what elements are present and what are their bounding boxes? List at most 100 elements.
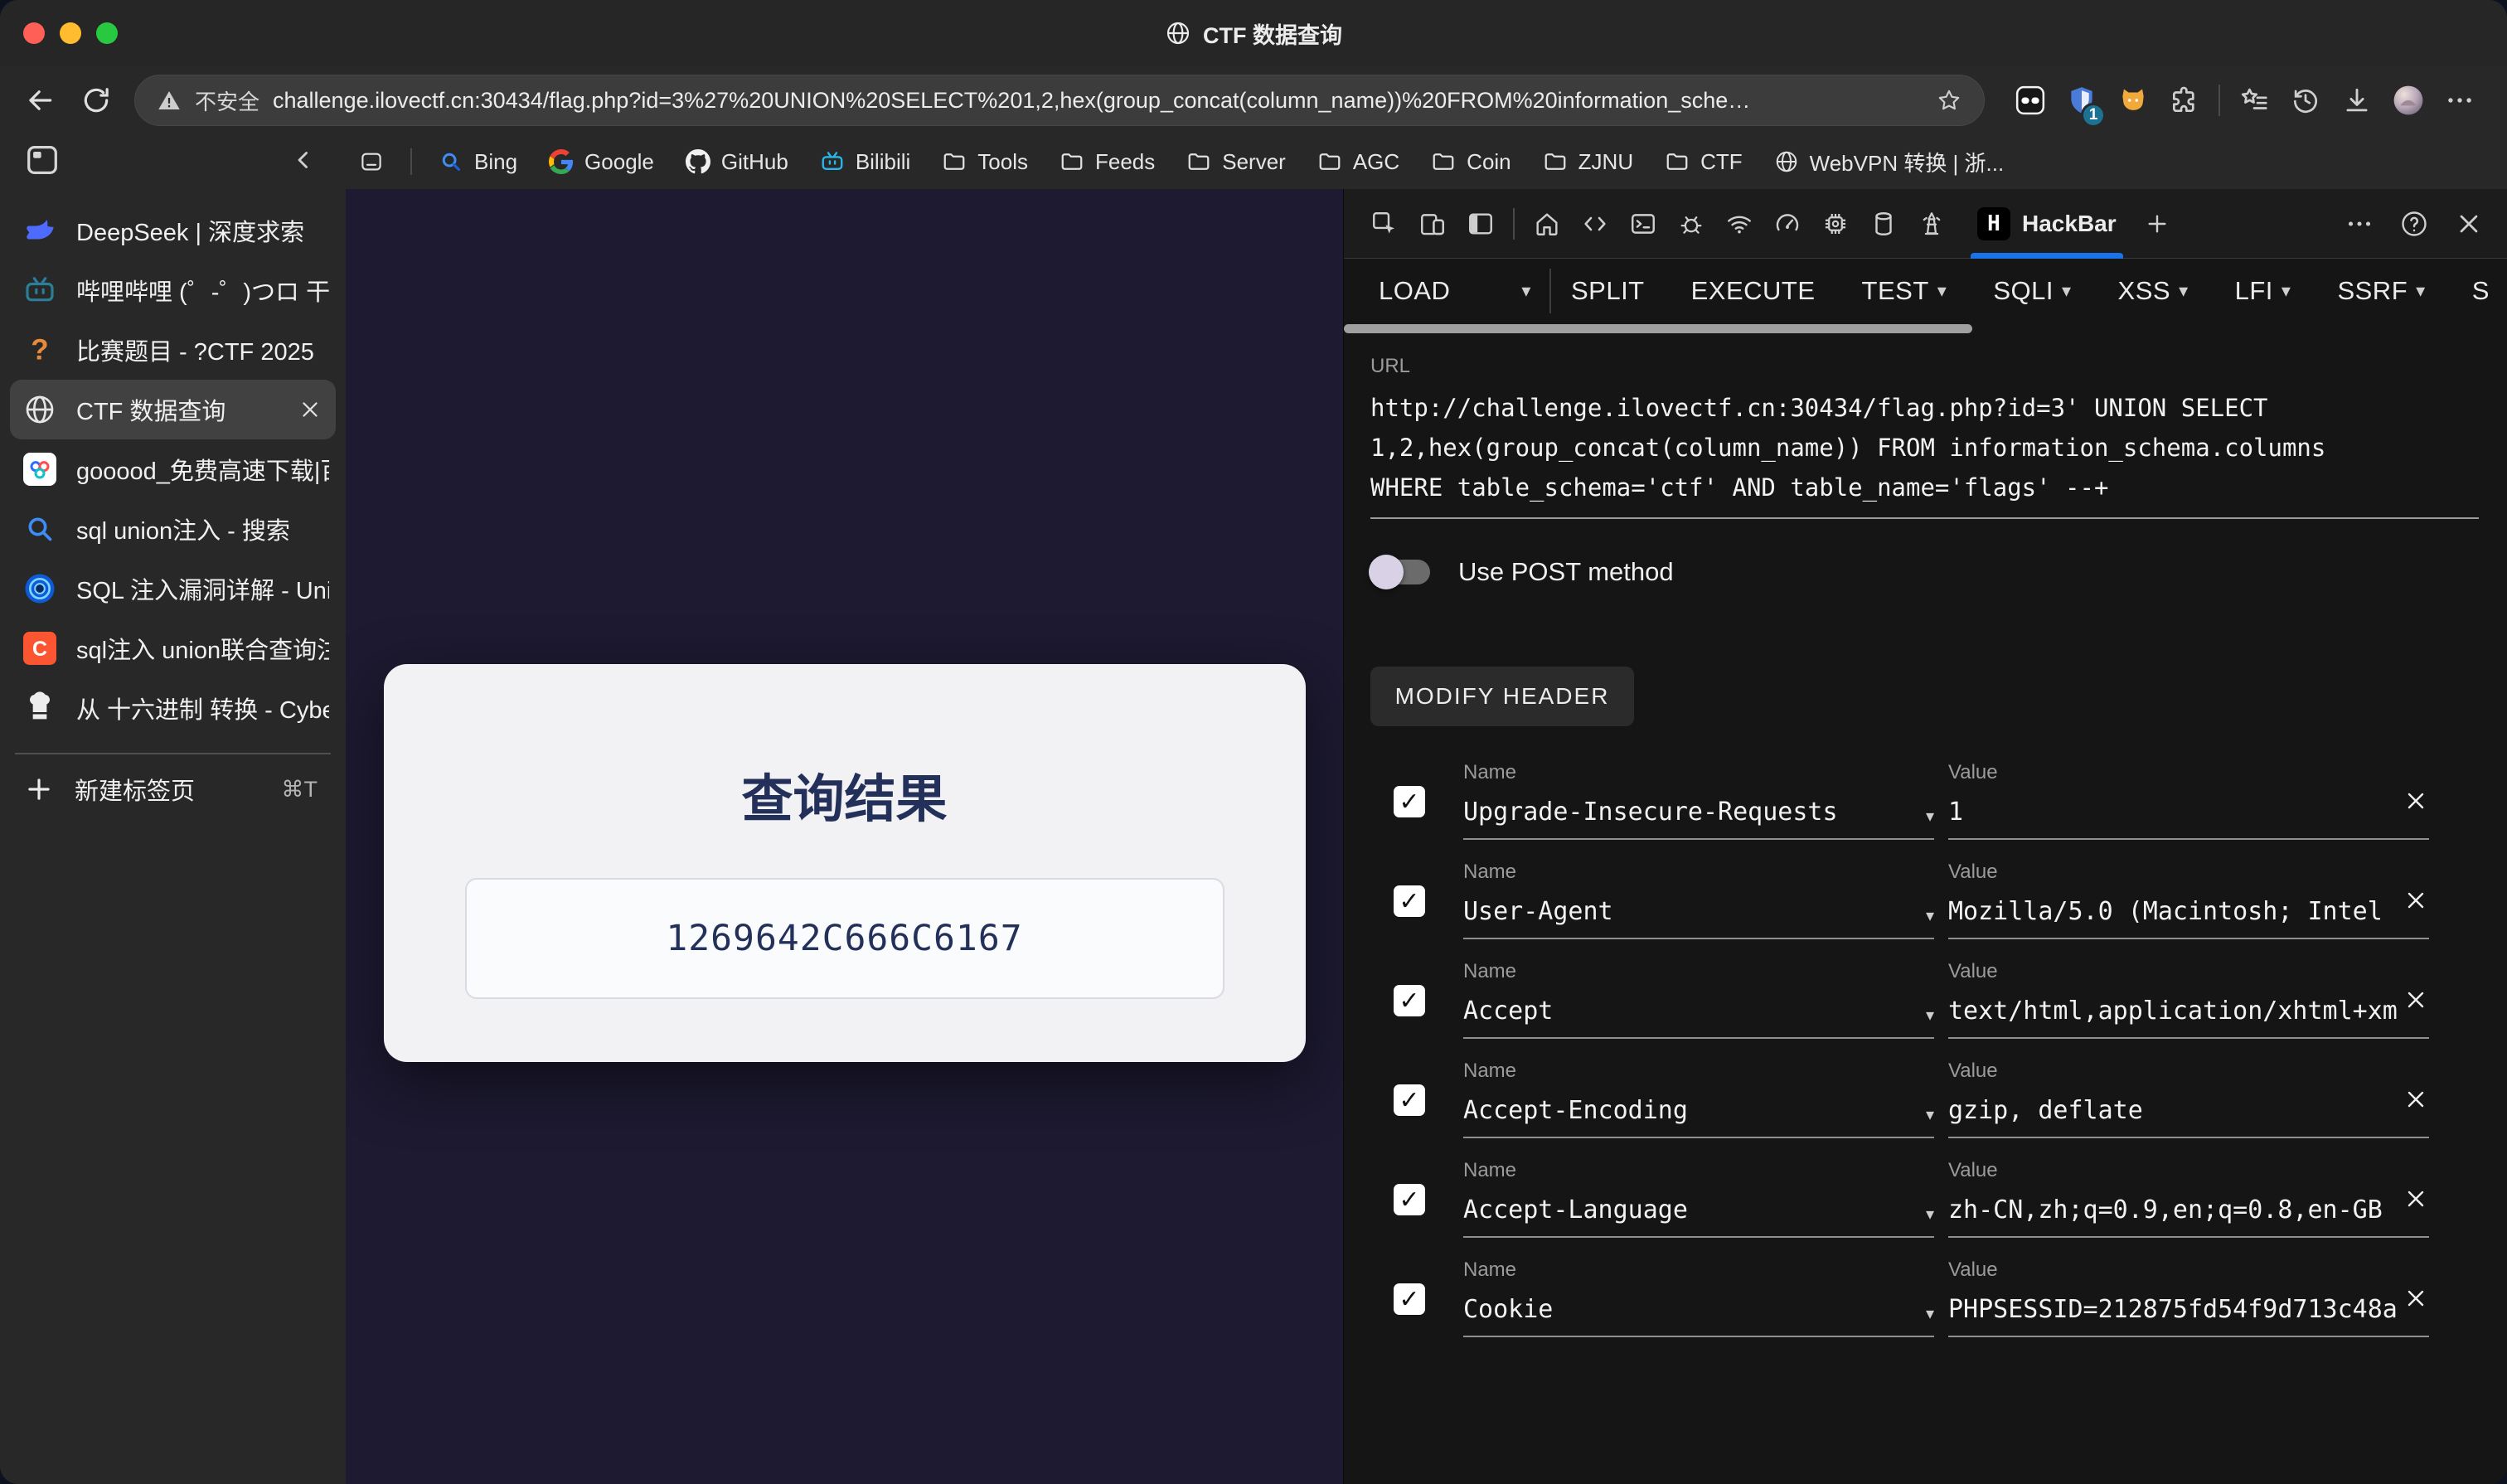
devtools-toolbar-button[interactable] (1667, 202, 1715, 245)
devtools-toolbar-button[interactable] (1457, 202, 1505, 245)
close-panel-icon[interactable] (2454, 209, 2484, 239)
bookmark-item[interactable]: Server (1186, 149, 1286, 175)
devtools-toolbar-button[interactable] (1908, 202, 1956, 245)
new-tab-button[interactable]: 新建标签页 ⌘T (0, 759, 346, 819)
header-name-dropdown-icon[interactable]: ▾ (1926, 806, 1934, 827)
toolbar-action-button[interactable]: 1 (2056, 78, 2107, 123)
collapse-sidebar-icon[interactable] (289, 146, 318, 174)
add-panel-button[interactable] (2135, 202, 2180, 245)
minimize-button[interactable] (60, 22, 81, 44)
devtools-toolbar-button[interactable] (1763, 202, 1811, 245)
help-icon[interactable] (2399, 209, 2429, 239)
header-name-dropdown-icon[interactable]: ▾ (1926, 1303, 1934, 1324)
header-name-dropdown-icon[interactable]: ▾ (1926, 1104, 1934, 1125)
header-name-dropdown-icon[interactable]: ▾ (1926, 1005, 1934, 1026)
security-label[interactable]: 不安全 (195, 85, 259, 116)
bookmark-item[interactable]: Coin (1431, 149, 1511, 175)
header-value-field[interactable]: Value 1 (1948, 761, 2429, 840)
header-enabled-checkbox[interactable] (1394, 786, 1425, 817)
delete-header-icon[interactable] (2403, 1186, 2429, 1212)
more-options-icon[interactable] (2345, 209, 2374, 239)
devtools-toolbar-button[interactable] (1811, 202, 1860, 245)
header-name-field[interactable]: Name Cookie ▾ (1463, 1258, 1934, 1337)
header-value-field[interactable]: Value text/html,application/xhtml+xm (1948, 960, 2429, 1039)
sidebar-tab[interactable]: C sql注入 union联合查询注入 (0, 618, 346, 678)
sidebar-tab[interactable]: ? 比赛题目 - ?CTF 2025 (0, 320, 346, 380)
header-value-field[interactable]: Value Mozilla/5.0 (Macintosh; Intel (1948, 861, 2429, 939)
sidebar-tab[interactable]: CTF 数据查询 (10, 380, 336, 439)
toolbar-action-button[interactable] (2280, 78, 2331, 123)
header-enabled-checkbox[interactable] (1394, 1084, 1425, 1116)
bookmark-item[interactable]: Google (549, 149, 654, 175)
delete-header-icon[interactable] (2403, 887, 2429, 914)
hackbar-menu-item[interactable]: SSRF ▾ (2337, 276, 2425, 306)
toolbar-action-button[interactable] (2107, 78, 2159, 123)
sidebar-tab[interactable]: sql union注入 - 搜索 (0, 499, 346, 559)
bookmark-item[interactable]: Bilibili (820, 149, 910, 175)
header-value-field[interactable]: Value PHPSESSID=212875fd54f9d713c48a (1948, 1258, 2429, 1337)
devtools-toolbar-button[interactable] (1860, 202, 1908, 245)
devtools-toolbar-button[interactable] (1523, 202, 1571, 245)
header-enabled-checkbox[interactable] (1394, 985, 1425, 1016)
reload-button[interactable] (78, 82, 114, 119)
sidebar-tab[interactable]: 从 十六进制 转换 - CyberC (0, 678, 346, 738)
hackbar-menu-item[interactable]: EXECUTE (1691, 276, 1816, 306)
bookmark-item[interactable]: Bing (439, 149, 517, 175)
delete-header-icon[interactable] (2403, 788, 2429, 814)
header-enabled-checkbox[interactable] (1394, 1283, 1425, 1315)
hackbar-menu-item[interactable]: LFI ▾ (2235, 276, 2291, 306)
hackbar-menu-item[interactable]: S (2472, 276, 2490, 306)
hackbar-menu-item[interactable]: LOAD (1379, 276, 1450, 306)
bookmark-item[interactable]: WebVPN 转换 | 浙... (1774, 147, 2005, 177)
toolbar-action-button[interactable] (2434, 78, 2485, 123)
scrollbar-thumb[interactable] (1344, 324, 1972, 333)
delete-header-icon[interactable] (2403, 1086, 2429, 1113)
header-enabled-checkbox[interactable] (1394, 1184, 1425, 1215)
devtools-toolbar-button[interactable] (1409, 202, 1457, 245)
bookmark-item[interactable]: Tools (942, 149, 1028, 175)
header-name-field[interactable]: Name User-Agent ▾ (1463, 861, 1934, 939)
devtools-toolbar-button[interactable] (1360, 202, 1409, 245)
bookmark-star-icon[interactable] (1936, 87, 1962, 114)
delete-header-icon[interactable] (2403, 987, 2429, 1013)
header-name-dropdown-icon[interactable]: ▾ (1926, 1204, 1934, 1225)
toolbar-action-button[interactable] (2331, 78, 2383, 123)
header-value-field[interactable]: Value gzip, deflate (1948, 1060, 2429, 1138)
header-name-field[interactable]: Name Accept-Language ▾ (1463, 1159, 1934, 1238)
devtools-toolbar-button[interactable] (1715, 202, 1763, 245)
sidebar-tab[interactable]: DeepSeek | 深度求索 (0, 201, 346, 260)
sidebar-tab[interactable]: gooood_免费高速下载|百度 (0, 439, 346, 499)
back-button[interactable] (22, 82, 58, 119)
bookmark-item[interactable]: Feeds (1060, 149, 1155, 175)
hackbar-menu-item[interactable]: SQLI ▾ (1993, 276, 2071, 306)
sidebar-tab[interactable]: 哔哩哔哩 (゜-゜)つロ 干杯~ (0, 260, 346, 320)
load-dropdown-caret[interactable]: ▾ (1521, 280, 1531, 302)
hackbar-menu-item[interactable]: SPLIT (1571, 276, 1645, 306)
toolbar-action-button[interactable] (2383, 78, 2434, 123)
bookmark-item[interactable]: CTF (1665, 149, 1743, 175)
bookmark-item[interactable]: GitHub (686, 149, 788, 175)
address-bar[interactable]: 不安全 challenge.ilovectf.cn:30434/flag.php… (134, 75, 1985, 126)
delete-header-icon[interactable] (2403, 1285, 2429, 1312)
bookmark-item[interactable]: ZJNU (1543, 149, 1633, 175)
header-value-field[interactable]: Value zh-CN,zh;q=0.9,en;q=0.8,en-GB (1948, 1159, 2429, 1238)
close-button[interactable] (23, 22, 45, 44)
header-name-field[interactable]: Name Accept-Encoding ▾ (1463, 1060, 1934, 1138)
hackbar-menu-scrollbar[interactable] (1344, 323, 2507, 335)
tab-panel-icon[interactable] (23, 141, 61, 179)
bookmark-item[interactable]: AGC (1317, 149, 1399, 175)
devtools-toolbar-button[interactable] (1571, 202, 1619, 245)
url-field[interactable]: http://challenge.ilovectf.cn:30434/flag.… (1370, 388, 2479, 519)
post-method-toggle[interactable] (1375, 560, 1430, 584)
hackbar-menu-item[interactable]: XSS ▾ (2118, 276, 2189, 306)
sidebar-tab[interactable]: SQL 注入漏洞详解 - Union (0, 559, 346, 618)
tab-hackbar[interactable]: H HackBar (1971, 189, 2123, 259)
tab-close-icon[interactable] (298, 397, 322, 422)
devtools-toolbar-button[interactable] (1619, 202, 1667, 245)
bookmark-item[interactable] (359, 149, 384, 174)
toolbar-action-button[interactable] (2159, 78, 2210, 123)
toolbar-action-button[interactable] (2005, 78, 2056, 123)
header-name-field[interactable]: Name Upgrade-Insecure-Requests ▾ (1463, 761, 1934, 840)
toolbar-action-button[interactable] (2228, 78, 2280, 123)
header-name-field[interactable]: Name Accept ▾ (1463, 960, 1934, 1039)
